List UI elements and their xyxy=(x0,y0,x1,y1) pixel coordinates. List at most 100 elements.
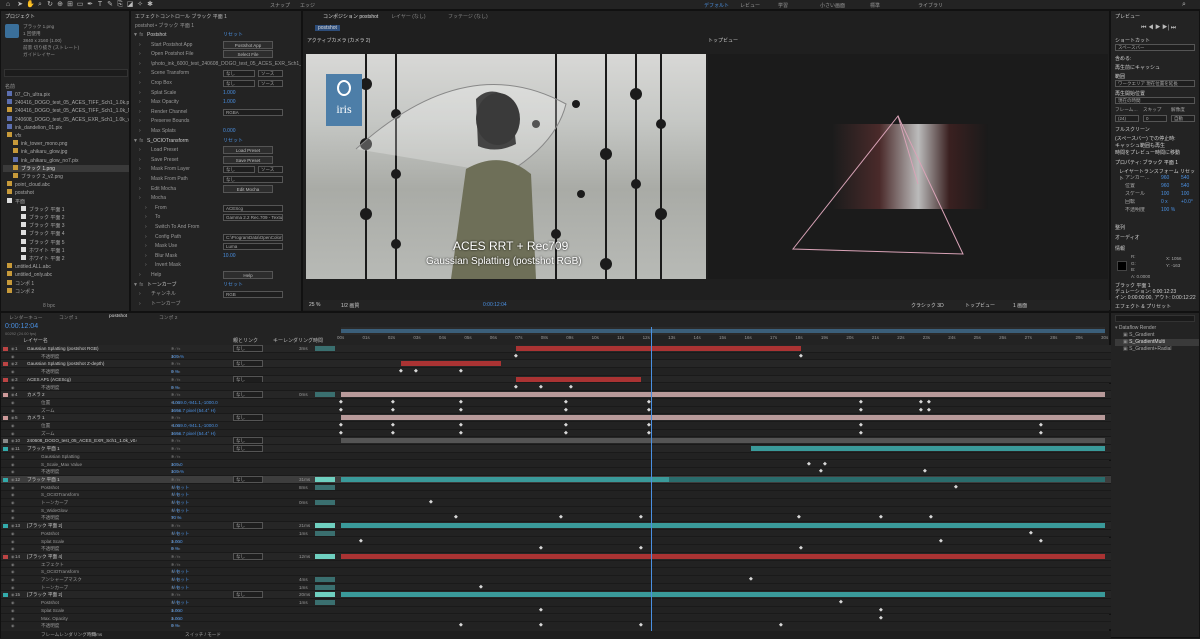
project-item[interactable]: ホワイト 平面 2 xyxy=(3,255,129,262)
keyframe-icon[interactable]: ◆ xyxy=(339,422,343,429)
effect-button[interactable]: Help xyxy=(223,271,273,279)
keyframe-icon[interactable]: ◆ xyxy=(819,468,823,475)
keyframe-icon[interactable]: ◆ xyxy=(807,461,811,468)
keyframe-icon[interactable]: ◆ xyxy=(639,514,643,521)
property-value[interactable]: 0 % xyxy=(171,384,179,391)
property-value[interactable]: 1.000 xyxy=(171,538,183,545)
keyframe-icon[interactable]: ◆ xyxy=(391,430,395,437)
layer-name[interactable]: ブラック 平面 1 xyxy=(27,445,137,452)
property-row[interactable]: ◉ Splat Scale ✻ ⁄ fx 1.000 ◆ ◆ ◆ xyxy=(1,537,1111,546)
property-row[interactable]: ◉ 不透明度 ✻ ⁄ fx 0 % ◆ ◆ ◆ xyxy=(1,383,1111,392)
workspace-5[interactable]: ライブラリ xyxy=(918,2,943,9)
effect-property-row[interactable]: ▼ fx Postshot リセット xyxy=(131,31,301,40)
workspace-4[interactable]: 標準 xyxy=(870,2,880,9)
property-value[interactable]: リセット xyxy=(171,530,189,537)
layer-duration-bar[interactable] xyxy=(669,476,1105,482)
layer-duration-bar[interactable] xyxy=(516,376,641,382)
pan-behind-icon[interactable]: ⊞ xyxy=(66,1,74,9)
layer-row[interactable]: ◉ 2 Gaussian Splatting (postshot Z-depth) ✻… xyxy=(1,360,1111,369)
keyframe-icon[interactable]: ◆ xyxy=(399,368,403,375)
project-item[interactable]: point_cloud.abc xyxy=(3,181,129,188)
effect-property-row[interactable]: › Switch To And From xyxy=(131,223,301,232)
keyframe-icon[interactable]: ◆ xyxy=(919,399,923,406)
keyframe-icon[interactable]: ◆ xyxy=(823,461,827,468)
composition-tab[interactable]: コンポジション postshot xyxy=(323,13,378,20)
keyframe-icon[interactable]: ◆ xyxy=(514,353,518,360)
camera-tool-icon[interactable]: ⊕ xyxy=(56,1,64,9)
visibility-icon[interactable]: ◉ xyxy=(11,437,15,444)
info-tab[interactable]: 情報 xyxy=(1115,245,1125,252)
keyframe-icon[interactable]: ◆ xyxy=(839,599,843,606)
visibility-icon[interactable]: ◉ xyxy=(11,561,15,568)
viewer-active-camera[interactable]: iris ACES RRT + Rec709 Gaussian Splattin… xyxy=(306,54,706,279)
snap-label[interactable]: スナップ xyxy=(270,2,290,9)
prev-frame-icon[interactable]: ◀ xyxy=(1148,25,1153,31)
keyframe-icon[interactable]: ◆ xyxy=(459,407,463,414)
property-twirl-icon[interactable]: › xyxy=(139,185,141,194)
visibility-icon[interactable]: ◉ xyxy=(11,399,15,406)
property-value[interactable]: リセット xyxy=(171,491,189,498)
preset-item[interactable]: ▾ Dataflow Render xyxy=(1115,325,1199,332)
parent-select[interactable]: なし xyxy=(233,375,263,383)
keyframe-icon[interactable]: ◆ xyxy=(429,499,433,506)
keyframe-icon[interactable]: ◆ xyxy=(919,407,923,414)
property-row[interactable]: ◉ 不透明度 ✻ ⁄ fx 100 % ◆ ◆ xyxy=(1,352,1111,361)
project-item[interactable]: ホワイト 平面 1 xyxy=(3,246,129,254)
hand-tool-icon[interactable]: ✋ xyxy=(26,1,35,9)
visibility-icon[interactable]: ◉ xyxy=(11,376,15,383)
property-twirl-icon[interactable]: › xyxy=(139,108,141,117)
effect-dropdown[interactable]: Luma xyxy=(223,243,283,251)
layer-name[interactable]: Postshot xyxy=(41,484,151,491)
effect-property-row[interactable]: › Mask From Layer なし ソース xyxy=(131,165,301,174)
col-render-time[interactable]: レンダリング時間 xyxy=(283,337,323,344)
parent-select[interactable]: なし xyxy=(233,445,263,452)
label-color[interactable] xyxy=(3,416,8,421)
audio-tab[interactable]: オーディオ xyxy=(1115,234,1140,241)
visibility-icon[interactable]: ◉ xyxy=(11,353,15,360)
switches-icon[interactable]: ✻ ⁄ fx xyxy=(171,391,180,398)
effect-property-row[interactable]: › チャンネル RGB xyxy=(131,290,301,299)
keyframe-icon[interactable]: ◆ xyxy=(539,622,543,629)
project-item[interactable]: ブラック 2_v2.png xyxy=(3,173,129,180)
property-twirl-icon[interactable]: › xyxy=(145,252,147,261)
property-value[interactable]: 0 % xyxy=(171,622,179,629)
layer-name[interactable]: カメラ 2 xyxy=(27,391,137,398)
property-row[interactable]: ◉ Postshot ✻ ⁄ fx リセット 8ms ◆ xyxy=(1,483,1111,492)
property-x[interactable]: 100 xyxy=(1161,191,1169,198)
effect-property-row[interactable]: › Help Help xyxy=(131,271,301,280)
keyframe-icon[interactable]: ◆ xyxy=(559,514,563,521)
keyframe-icon[interactable]: ◆ xyxy=(1039,430,1043,437)
effect-property-row[interactable]: ▼ fx S_OCIOTransform リセット xyxy=(131,137,301,146)
property-twirl-icon[interactable]: › xyxy=(139,271,141,280)
keyframe-icon[interactable]: ◆ xyxy=(564,407,568,414)
property-row[interactable]: ◉ 位置 ✻ ⁄ fx -1009.0,-941.1,-1000.0 ◆ ◆ ◆ ◆ ◆ ◆ ◆ ◆ xyxy=(1,398,1111,407)
project-item[interactable]: 07_Ch_ultra.pix xyxy=(3,91,129,98)
brush-tool-icon[interactable]: ✎ xyxy=(106,1,114,9)
layer-name[interactable]: Gaussian Splatting (postshot RGB) xyxy=(27,345,137,352)
project-item[interactable]: ink_tower_mono.png xyxy=(3,140,129,147)
property-twirl-icon[interactable]: › xyxy=(139,89,141,98)
layer-duration-bar[interactable] xyxy=(516,346,801,351)
property-row[interactable]: ◉ Splat Scale ✻ ⁄ fx 1.000 ◆ ◆ xyxy=(1,606,1111,615)
workspace-3[interactable]: 小さい画面 xyxy=(820,2,845,9)
label-color[interactable] xyxy=(3,524,8,529)
effect-property-value[interactable]: リセット xyxy=(223,281,243,290)
property-twirl-icon[interactable]: › xyxy=(139,117,141,126)
property-value[interactable]: リセット xyxy=(171,584,189,591)
effect-dropdown-source[interactable]: ソース xyxy=(258,80,283,87)
puppet-tool-icon[interactable]: ✱ xyxy=(146,1,154,9)
effect-property-row[interactable]: › Mocha xyxy=(131,194,301,203)
align-tab[interactable]: 整列 xyxy=(1115,224,1125,231)
property-twirl-icon[interactable]: › xyxy=(139,127,141,136)
resolution-select[interactable]: 1/2 画質 xyxy=(341,302,359,309)
layer-duration-bar[interactable] xyxy=(341,553,1105,559)
keyframe-icon[interactable]: ◆ xyxy=(1029,530,1033,537)
layer-name[interactable]: 240608_DOGO_test_05_ACES_EXR_Sch1_1.0k_v… xyxy=(27,437,137,444)
visibility-icon[interactable]: ◉ xyxy=(11,476,15,483)
property-x[interactable]: 960 xyxy=(1161,183,1169,190)
keyframe-icon[interactable]: ◆ xyxy=(339,399,343,406)
layer-name[interactable]: [ブラック 平面 2] xyxy=(27,522,137,529)
effect-property-row[interactable]: › Crop Box なし ソース xyxy=(131,79,301,88)
layer-name[interactable]: カメラ 1 xyxy=(27,414,137,421)
keyframe-icon[interactable]: ◆ xyxy=(459,368,463,375)
